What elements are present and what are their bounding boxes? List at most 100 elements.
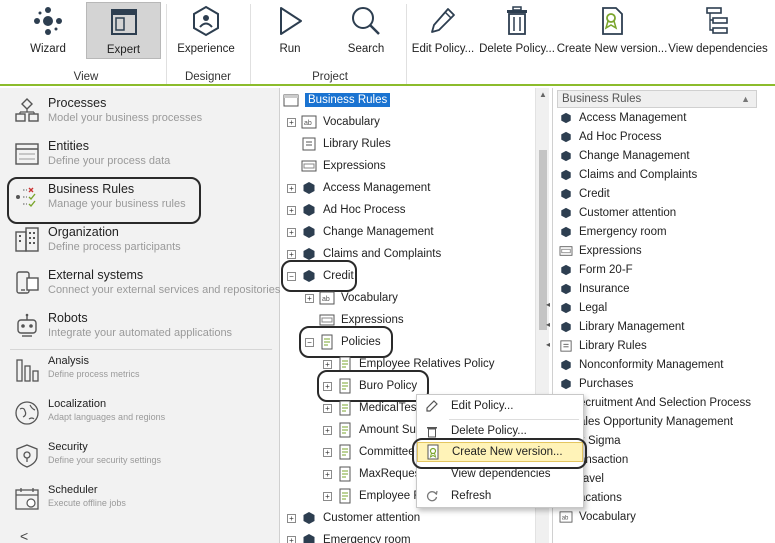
expand-toggle[interactable]: + [287,117,296,127]
list-item-label: Library Management [579,321,685,333]
tree-node-emergency-room[interactable]: + Emergency room [287,530,411,543]
nav-processes[interactable]: Processes Model your business processes [12,96,202,126]
list-item[interactable]: Access Management [559,109,686,127]
experience-button[interactable]: Experience [176,2,236,60]
tree-node-label: MedicalTes [359,402,417,414]
list-item[interactable]: ab Vocabulary [559,508,636,526]
robot-icon [12,311,42,341]
expand-toggle[interactable]: + [323,425,332,435]
hexagon-icon [559,263,573,277]
expand-toggle[interactable]: + [287,183,296,193]
list-item[interactable]: Credit [559,185,610,203]
view-dependencies-button[interactable]: View dependencies [668,2,768,60]
hexagon-icon [559,187,573,201]
expand-toggle[interactable]: + [323,491,332,501]
hexagon-icon [301,510,317,526]
list-item[interactable]: Legal [559,299,607,317]
nav-organization-title: Organization [48,225,119,239]
tree-node-ad-hoc-process[interactable]: + Ad Hoc Process [287,200,405,220]
expand-toggle[interactable]: + [323,447,332,457]
delete-policy-button[interactable]: Delete Policy... [479,2,555,60]
list-item-label: Credit [579,188,610,200]
list-item[interactable]: Customer attention [559,204,676,222]
list-item[interactable]: Library Management [559,318,684,336]
list-item[interactable]: Library Rules [559,337,647,355]
nav-security[interactable]: Security Define your security settings [12,441,161,471]
run-button[interactable]: Run [264,2,316,60]
list-item[interactable]: Ad Hoc Process [559,128,661,146]
list-item[interactable]: Nonconformity Management [559,356,723,374]
expand-toggle[interactable]: + [305,293,314,303]
search-button[interactable]: Search [338,2,394,60]
panel-splitter-arrows[interactable]: ◂ ◂ ◂ [546,300,550,350]
expand-toggle[interactable]: + [323,359,332,369]
expand-toggle[interactable]: + [323,469,332,479]
list-item[interactable]: ales Opportunity Management [559,413,733,431]
scroll-up-arrow[interactable]: ▲ [539,90,547,99]
nav-organization[interactable]: Organization Define process participants [12,225,181,255]
edit-policy-button[interactable]: Edit Policy... [412,2,474,60]
nav-external-systems[interactable]: External systems Connect your external se… [12,268,280,298]
list-item[interactable]: Purchases [559,375,633,393]
collapse-nav-button[interactable]: < [20,528,28,543]
hexagon-icon [301,202,317,218]
menu-item-edit-policy[interactable]: Edit Policy... [417,396,583,416]
left-navigation: Processes Model your business processes E… [0,88,280,543]
svg-text:ab: ab [304,120,312,127]
nav-localization[interactable]: Localization Adapt languages and regions [12,398,165,428]
group-view-label: View [73,71,99,83]
tree-node-library-rules[interactable]: Library Rules [301,134,391,154]
list-item[interactable]: Change Management [559,147,690,165]
list-item[interactable]: ecruitment And Selection Process [559,394,751,412]
create-new-version-button[interactable]: Create New version... [557,2,667,60]
nav-entities-title: Entities [48,139,89,153]
expand-toggle[interactable]: + [287,535,296,543]
vocabulary-icon: ab [559,510,573,524]
nav-analysis-title: Analysis [48,355,89,367]
ribbon-separator [250,4,251,84]
list-item[interactable]: Insurance [559,280,630,298]
tree-node-change-management[interactable]: + Change Management [287,222,434,242]
tree-node-customer-attention[interactable]: + Customer attention [287,508,420,528]
tree-node-label: Access Management [323,182,431,194]
tree-node-amount-su[interactable]: + Amount Su [323,420,416,440]
pencil-icon [428,2,458,40]
expert-icon [109,3,139,41]
tree-root[interactable]: Business Rules [283,90,391,110]
list-item[interactable]: Form 20-F [559,261,633,279]
tree-node-label: Library Rules [323,138,391,150]
expand-toggle[interactable]: + [323,403,332,413]
list-item[interactable]: Emergency room [559,223,667,241]
wizard-button[interactable]: Wizard [22,2,74,60]
list-item-label: Legal [579,302,608,314]
menu-item-label: Edit Policy... [451,400,514,412]
nav-scheduler[interactable]: Scheduler Execute offline jobs [12,484,126,514]
expand-toggle[interactable]: + [287,205,296,215]
nav-robots[interactable]: Robots Integrate your automated applicati… [12,311,232,341]
tree-node-employee-f[interactable]: + Employee F [323,486,420,506]
wizard-label: Wizard [30,43,66,55]
hexagon-icon [559,130,573,144]
group-designer-label: Designer [184,71,232,83]
expand-toggle[interactable]: + [287,227,296,237]
tree-node-vocabulary[interactable]: + ab Vocabulary [287,112,380,132]
dependencies-icon [703,2,733,40]
tree-node-medical-test[interactable]: + MedicalTes [323,398,417,418]
expand-toggle[interactable]: + [287,513,296,523]
expert-button[interactable]: Expert [86,2,161,59]
tree-node-expressions[interactable]: Expressions [301,156,386,176]
tree-node-committee[interactable]: + Committee [323,442,415,462]
tree-node-access-management[interactable]: + Access Management [287,178,430,198]
list-item[interactable]: Claims and Complaints [559,166,697,184]
list-item[interactable]: Expressions [559,242,642,260]
list-item-label: ales Opportunity Management [579,416,734,428]
experience-label: Experience [177,43,235,55]
expand-toggle[interactable]: + [287,249,296,259]
tree-node-credit-vocabulary[interactable]: + ab Vocabulary [305,288,398,308]
list-item-label: Customer attention [579,207,677,219]
nav-entities[interactable]: Entities Define your process data [12,139,170,169]
menu-item-refresh[interactable]: Refresh [417,486,583,506]
tree-node-max-reques[interactable]: + MaxReques [323,464,420,484]
nav-analysis[interactable]: Analysis Define process metrics [12,355,140,385]
list-column-header[interactable]: Business Rules ▲ [557,90,757,108]
